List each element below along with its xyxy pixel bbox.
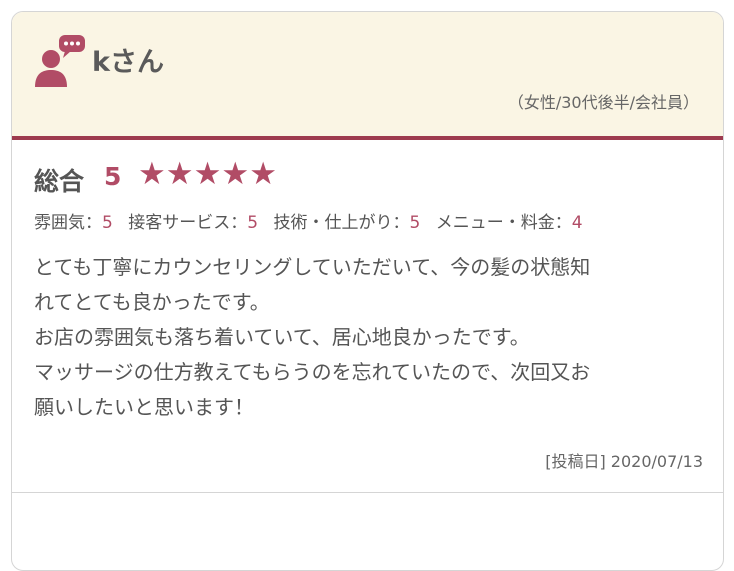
total-score: 5	[104, 162, 122, 191]
rating-technique: 技術・仕上がり：5	[273, 213, 420, 233]
rating-service: 接客サービス：5	[128, 213, 258, 233]
rating-label: 雰囲気：	[34, 213, 102, 233]
review-line: とても丁寧にカウンセリングしていただいて、今の髪の状態知	[34, 255, 591, 279]
rating-value: 4	[571, 213, 583, 233]
rating-value: 5	[409, 213, 421, 233]
total-label: 総合	[34, 167, 85, 196]
rating-label: メニュー・料金：	[435, 213, 572, 233]
rating-value: 5	[247, 213, 259, 233]
star-icon: ★	[138, 156, 166, 192]
rating-label: 接客サービス：	[128, 213, 248, 233]
rating-label: 技術・仕上がり：	[273, 213, 410, 233]
rating-atmosphere: 雰囲気：5	[34, 213, 113, 233]
user-comment-icon	[35, 35, 85, 87]
reviewer-attributes: （女性/30代後半/会社員）	[507, 93, 699, 112]
review-body: とても丁寧にカウンセリングしていただいて、今の髪の状態知 れてとても良かったです…	[34, 250, 714, 425]
reviewer-name: kさん	[92, 47, 164, 78]
post-date: [投稿日] 2020/07/13	[545, 452, 703, 471]
star-icon: ★	[249, 156, 277, 192]
section-divider	[12, 492, 723, 493]
review-line: 願いしたいと思います！	[34, 395, 254, 419]
review-line: マッサージの仕方教えてもらうのを忘れていたので、次回又お	[34, 360, 591, 384]
rating-value: 5	[102, 213, 113, 233]
star-rating: ★★★★★	[138, 159, 277, 190]
review-line: れてとても良かったです。	[34, 290, 270, 314]
star-icon: ★	[221, 156, 250, 192]
star-icon: ★	[193, 156, 222, 192]
review-card: kさん （女性/30代後半/会社員） 総合 5 ★★★★★ 雰囲気：5 接客サー…	[11, 11, 724, 571]
star-icon: ★	[165, 156, 194, 192]
rating-menu-price: メニュー・料金：4	[436, 213, 583, 233]
review-line: お店の雰囲気も落ち着いていて、居心地良かったです。	[34, 325, 530, 349]
review-header: kさん （女性/30代後半/会社員）	[12, 12, 723, 140]
sub-ratings: 雰囲気：5 接客サービス：5 技術・仕上がり：5 メニュー・料金：4	[34, 208, 593, 233]
